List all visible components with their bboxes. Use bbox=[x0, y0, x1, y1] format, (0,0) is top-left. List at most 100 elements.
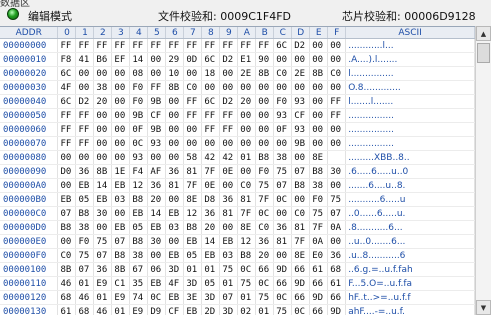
byte-cell[interactable]: 0D bbox=[183, 52, 203, 67]
byte-cell[interactable]: 41 bbox=[75, 52, 95, 67]
byte-cell[interactable]: D9 bbox=[147, 304, 167, 315]
byte-cell[interactable]: 9B bbox=[129, 108, 149, 123]
byte-cell[interactable]: 00 bbox=[165, 136, 185, 151]
scroll-down-button[interactable]: ▼ bbox=[476, 300, 491, 315]
byte-cell[interactable]: 3E bbox=[183, 290, 203, 305]
byte-cell[interactable]: 8B bbox=[57, 262, 77, 277]
byte-cell[interactable]: 00 bbox=[327, 80, 347, 95]
byte-cell[interactable]: 07 bbox=[93, 248, 113, 263]
byte-cell[interactable]: 05 bbox=[201, 276, 221, 291]
byte-cell[interactable]: 00 bbox=[111, 136, 131, 151]
byte-cell[interactable]: FF bbox=[255, 38, 275, 53]
byte-cell[interactable]: 9D bbox=[327, 304, 347, 315]
byte-cell[interactable]: 00 bbox=[183, 136, 203, 151]
byte-cell[interactable]: F0 bbox=[129, 80, 149, 95]
byte-cell[interactable]: 74 bbox=[129, 290, 149, 305]
byte-cell[interactable]: 08 bbox=[129, 66, 149, 81]
byte-cell[interactable]: 1E bbox=[111, 164, 131, 179]
byte-cell[interactable]: E1 bbox=[237, 52, 257, 67]
byte-cell[interactable]: 20 bbox=[255, 248, 275, 263]
byte-cell[interactable]: B8 bbox=[255, 150, 275, 165]
byte-cell[interactable]: FF bbox=[75, 122, 95, 137]
byte-cell[interactable]: 36 bbox=[219, 192, 239, 207]
byte-cell[interactable]: 36 bbox=[255, 234, 275, 249]
byte-cell[interactable]: 0C bbox=[273, 192, 293, 207]
byte-cell[interactable]: 00 bbox=[309, 122, 329, 137]
byte-cell[interactable]: 14 bbox=[201, 234, 221, 249]
byte-cell[interactable]: FF bbox=[219, 38, 239, 53]
byte-cell[interactable]: F0 bbox=[75, 234, 95, 249]
byte-cell[interactable]: 75 bbox=[273, 164, 293, 179]
byte-cell[interactable]: 75 bbox=[219, 262, 239, 277]
byte-cell[interactable]: 0E bbox=[219, 164, 239, 179]
ascii-cell[interactable]: ................ bbox=[345, 136, 475, 151]
byte-cell[interactable]: 00 bbox=[165, 108, 185, 123]
byte-cell[interactable]: 7F bbox=[255, 192, 275, 207]
byte-cell[interactable]: 00 bbox=[75, 66, 95, 81]
byte-cell[interactable]: 00 bbox=[327, 178, 347, 193]
byte-cell[interactable]: B8 bbox=[57, 220, 77, 235]
byte-cell[interactable]: 6C bbox=[57, 94, 77, 109]
byte-cell[interactable]: 42 bbox=[201, 150, 221, 165]
byte-cell[interactable]: 00 bbox=[147, 248, 167, 263]
byte-cell[interactable]: 12 bbox=[183, 206, 203, 221]
byte-cell[interactable]: FF bbox=[111, 38, 131, 53]
ascii-cell[interactable]: hF..t..>=..u.f.f bbox=[345, 290, 475, 305]
byte-cell[interactable]: 46 bbox=[93, 304, 113, 315]
byte-cell[interactable]: 8B bbox=[93, 164, 113, 179]
byte-cell[interactable]: AF bbox=[147, 164, 167, 179]
byte-cell[interactable]: 01 bbox=[255, 304, 275, 315]
byte-cell[interactable]: 0C bbox=[237, 262, 257, 277]
byte-cell[interactable]: FF bbox=[57, 108, 77, 123]
byte-cell[interactable]: 0C bbox=[129, 136, 149, 151]
byte-cell[interactable]: EB bbox=[183, 304, 203, 315]
byte-cell[interactable]: F0 bbox=[309, 192, 329, 207]
byte-cell[interactable]: 01 bbox=[183, 262, 203, 277]
byte-cell[interactable]: 93 bbox=[291, 94, 311, 109]
byte-cell[interactable]: FF bbox=[57, 122, 77, 137]
byte-cell[interactable]: 00 bbox=[111, 150, 131, 165]
byte-cell[interactable]: 81 bbox=[183, 164, 203, 179]
byte-cell[interactable]: EB bbox=[183, 234, 203, 249]
byte-cell[interactable]: 00 bbox=[237, 136, 257, 151]
byte-cell[interactable]: 12 bbox=[129, 178, 149, 193]
byte-cell[interactable]: 75 bbox=[255, 290, 275, 305]
byte-cell[interactable]: 00 bbox=[165, 122, 185, 137]
byte-cell[interactable]: 00 bbox=[327, 234, 347, 249]
byte-cell[interactable]: FF bbox=[327, 108, 347, 123]
byte-cell[interactable]: D2 bbox=[291, 38, 311, 53]
scroll-thumb[interactable] bbox=[477, 43, 490, 63]
byte-cell[interactable]: 0F bbox=[129, 122, 149, 137]
byte-cell[interactable]: 01 bbox=[237, 290, 257, 305]
byte-cell[interactable]: C1 bbox=[111, 276, 131, 291]
byte-cell[interactable]: FF bbox=[201, 108, 221, 123]
byte-cell[interactable]: 00 bbox=[75, 150, 95, 165]
byte-cell[interactable]: 00 bbox=[111, 94, 131, 109]
byte-cell[interactable]: 00 bbox=[183, 66, 203, 81]
byte-cell[interactable]: EB bbox=[147, 276, 167, 291]
byte-cell[interactable]: 00 bbox=[111, 206, 131, 221]
byte-cell[interactable]: 00 bbox=[273, 206, 293, 221]
byte-cell[interactable]: 14 bbox=[147, 206, 167, 221]
byte-cell[interactable]: EB bbox=[111, 178, 131, 193]
byte-cell[interactable]: 00 bbox=[111, 108, 131, 123]
byte-cell[interactable]: FF bbox=[201, 38, 221, 53]
byte-cell[interactable]: C0 bbox=[57, 248, 77, 263]
byte-cell[interactable]: 00 bbox=[93, 108, 113, 123]
byte-cell[interactable]: 35 bbox=[129, 276, 149, 291]
byte-cell[interactable]: 01 bbox=[219, 276, 239, 291]
byte-cell[interactable]: C0 bbox=[273, 66, 293, 81]
byte-cell[interactable]: 00 bbox=[165, 192, 185, 207]
byte-cell[interactable]: B8 bbox=[111, 248, 131, 263]
byte-cell[interactable]: 66 bbox=[309, 304, 329, 315]
byte-cell[interactable]: 00 bbox=[165, 94, 185, 109]
byte-cell[interactable]: 00 bbox=[309, 52, 329, 67]
byte-cell[interactable]: E9 bbox=[111, 290, 131, 305]
byte-cell[interactable]: 6C bbox=[201, 52, 221, 67]
byte-cell[interactable]: 00 bbox=[255, 108, 275, 123]
ascii-cell[interactable]: .6.....6.....u..0 bbox=[345, 164, 475, 179]
byte-cell[interactable]: 07 bbox=[111, 234, 131, 249]
byte-cell[interactable]: 20 bbox=[201, 220, 221, 235]
byte-cell[interactable]: 00 bbox=[273, 80, 293, 95]
byte-cell[interactable]: 01 bbox=[201, 262, 221, 277]
